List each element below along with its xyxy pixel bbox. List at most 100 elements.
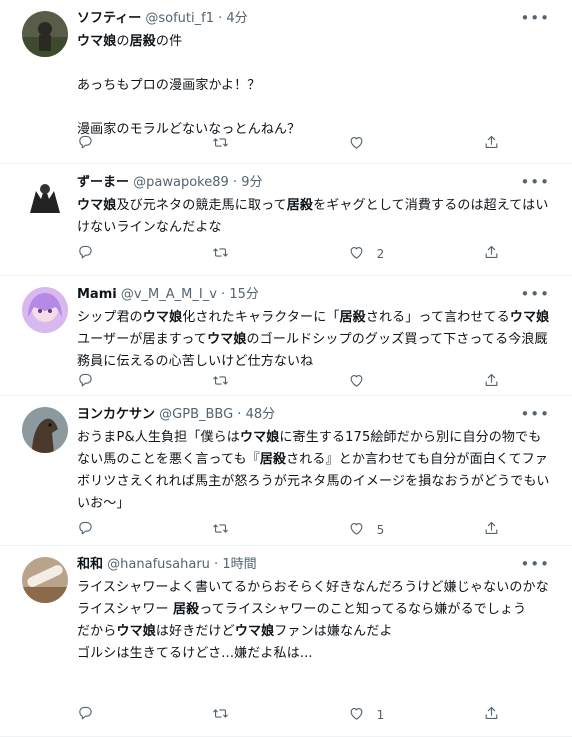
text-segment: の件 あっちもプロの漫画家かよ！？ 漫画家のモラルどないなっとんねん？ [77, 34, 301, 137]
like-button[interactable] [348, 372, 483, 392]
tweet[interactable]: ••• ヨンカケサン @GPB_BBG · 48分 おうまP&人生負担「僕らはウマ娘… [0, 396, 572, 546]
handle[interactable]: @pawapoke89 [133, 175, 229, 190]
text-segment: の [116, 34, 130, 49]
highlighted-keyword: ウマ娘 [239, 430, 280, 445]
reply-icon [77, 134, 106, 154]
retweet-button[interactable] [212, 520, 347, 540]
reply-button[interactable] [77, 372, 212, 392]
timestamp[interactable]: 4分 [226, 11, 247, 26]
handle[interactable]: @hanafusaharu [107, 557, 210, 572]
avatar[interactable] [22, 11, 68, 57]
tweet-actions: 2 [77, 244, 512, 264]
tweet[interactable]: ••• Mami @v_M_A_M_I_v · 15分 シップ君のウマ娘化されたキャ… [0, 276, 572, 396]
like-count: 5 [376, 523, 385, 537]
retweet-button[interactable] [212, 705, 347, 725]
tweet-header: ずーまー @pawapoke89 · 9分 [77, 174, 554, 192]
display-name[interactable]: ソフティー [77, 11, 141, 26]
reply-icon [77, 520, 106, 540]
tweet-content: Mami @v_M_A_M_I_v · 15分 シップ君のウマ娘化されたキャラクタ… [77, 286, 554, 373]
highlighted-keyword: ウマ娘 [77, 198, 117, 213]
tweet-content: ヨンカケサン @GPB_BBG · 48分おうまP&人生負担「僕らはウマ娘に寄生… [77, 406, 554, 515]
reply-icon [77, 705, 106, 725]
timestamp[interactable]: 1時間 [222, 557, 256, 572]
share-icon [483, 372, 512, 392]
avatar[interactable] [22, 407, 68, 453]
like-icon [348, 134, 377, 154]
avatar[interactable] [22, 557, 68, 603]
display-name[interactable]: ヨンカケサン [77, 407, 155, 422]
highlighted-keyword: ウマ娘 [77, 34, 117, 49]
timestamp[interactable]: 9分 [241, 175, 262, 190]
share-button[interactable] [483, 520, 512, 540]
reply-icon [77, 244, 106, 264]
tweet-actions: 1 [77, 705, 512, 725]
display-name[interactable]: ずーまー [77, 175, 129, 190]
separator: · [228, 175, 242, 190]
reply-button[interactable] [77, 520, 212, 540]
tweet[interactable]: ••• ずーまー @pawapoke89 · 9分 ウマ娘及び元ネタの競走馬に取って… [0, 164, 572, 276]
retweet-button[interactable] [212, 244, 347, 264]
share-button[interactable] [483, 134, 512, 154]
separator: · [209, 557, 223, 572]
tweet-header: ソフティー @sofuti_f1 · 4分 [77, 10, 554, 28]
share-button[interactable] [483, 372, 512, 392]
reply-button[interactable] [77, 244, 212, 264]
like-button[interactable] [348, 134, 483, 154]
text-segment: 化されたキャラクターに「 [182, 310, 340, 325]
retweet-button[interactable] [212, 372, 347, 392]
tweet-text: おうまP&人生負担「僕らはウマ娘に寄生する175絵師だから別に自分の物でもない馬… [77, 427, 554, 515]
tweet-text: ウマ娘の居殺の件 あっちもプロの漫画家かよ！？ 漫画家のモラルどないなっとんねん… [77, 31, 554, 141]
like-count: 1 [376, 708, 385, 722]
handle[interactable]: @v_M_A_M_I_v [121, 287, 217, 302]
share-icon [483, 520, 512, 540]
text-segment: は好きだけど [155, 624, 235, 639]
like-button[interactable]: 1 [348, 705, 483, 725]
retweet-icon [212, 705, 241, 725]
highlighted-keyword: 居殺 [129, 34, 156, 49]
tweet[interactable]: ••• ソフティー @sofuti_f1 · 4分 ウマ娘の居殺の件 あっちもプロの… [0, 0, 572, 164]
tweet-header: 和和 @hanafusaharu · 1時間 [77, 556, 554, 574]
share-icon [483, 134, 512, 154]
tweet-content: ソフティー @sofuti_f1 · 4分 ウマ娘の居殺の件 あっちもプロの漫画家… [77, 10, 554, 141]
share-button[interactable] [483, 244, 512, 264]
timestamp[interactable]: 15分 [229, 287, 259, 302]
highlighted-keyword: ウマ娘 [116, 624, 156, 639]
display-name[interactable]: Mami [77, 287, 117, 302]
reply-button[interactable] [77, 705, 212, 725]
tweet[interactable]: ••• 和和 @hanafusaharu · 1時間 ライスシャワーよく書いてるから… [0, 546, 572, 737]
highlighted-keyword: 居殺 [172, 602, 200, 617]
retweet-icon [212, 244, 241, 264]
highlighted-keyword: ウマ娘 [509, 310, 550, 325]
like-button[interactable]: 5 [348, 520, 483, 540]
avatar[interactable] [22, 175, 68, 221]
retweet-button[interactable] [212, 134, 347, 154]
separator: · [233, 407, 246, 422]
like-icon [348, 372, 377, 392]
tweet-actions [77, 372, 512, 392]
reply-icon [77, 372, 106, 392]
separator: · [213, 11, 227, 26]
display-name[interactable]: 和和 [77, 557, 103, 572]
handle[interactable]: @sofuti_f1 [145, 11, 214, 26]
highlighted-keyword: ウマ娘 [142, 310, 183, 325]
like-button[interactable]: 2 [348, 244, 483, 264]
like-icon [348, 244, 377, 264]
reply-button[interactable] [77, 134, 212, 154]
retweet-icon [212, 134, 241, 154]
avatar[interactable] [22, 287, 68, 333]
tweet-text: シップ君のウマ娘化されたキャラクターに「居殺される」って言わせてるウマ娘ユーザー… [77, 307, 554, 373]
share-icon [483, 244, 512, 264]
highlighted-keyword: 居殺 [259, 452, 287, 467]
text-segment: 及び元ネタの競走馬に取って [116, 198, 287, 213]
tweet-content: ずーまー @pawapoke89 · 9分 ウマ娘及び元ネタの競走馬に取って居殺を… [77, 174, 554, 239]
highlighted-keyword: 居殺 [286, 198, 314, 213]
share-button[interactable] [483, 705, 512, 725]
timestamp[interactable]: 48分 [246, 407, 276, 422]
highlighted-keyword: ウマ娘 [234, 624, 275, 639]
like-icon [348, 520, 377, 540]
tweet-header: ヨンカケサン @GPB_BBG · 48分 [77, 406, 554, 424]
like-count: 2 [376, 247, 385, 261]
tweet-actions [77, 134, 512, 154]
handle[interactable]: @GPB_BBG [159, 407, 233, 422]
tweet-text: ライスシャワーよく書いてるからおそらく好きなんだろうけど嫌じゃないのかな ライス… [77, 577, 554, 665]
